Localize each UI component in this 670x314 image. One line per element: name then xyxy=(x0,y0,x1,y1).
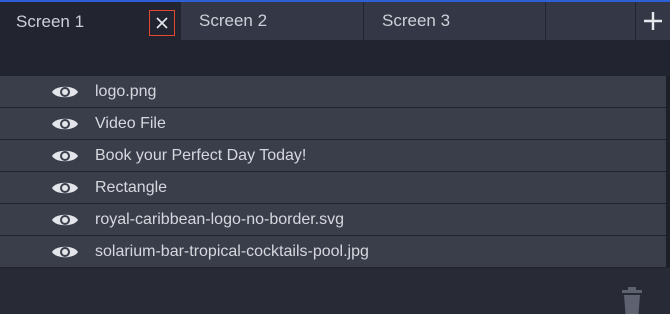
tab-label: Screen 3 xyxy=(382,11,451,30)
eye-icon[interactable] xyxy=(51,115,79,133)
layer-label: logo.png xyxy=(95,82,157,100)
layer-row[interactable]: solarium-bar-tropical-cocktails-pool.jpg xyxy=(0,236,670,268)
layer-row[interactable]: royal-caribbean-logo-no-border.svg xyxy=(0,204,670,236)
close-icon[interactable] xyxy=(149,10,175,36)
tab-label: Screen 2 xyxy=(199,11,268,30)
tab-bar: Screen 1 Screen 2 Screen 3 xyxy=(0,0,670,42)
layer-label: royal-caribbean-logo-no-border.svg xyxy=(95,210,345,228)
tab-screen-3[interactable]: Screen 3 xyxy=(364,2,546,40)
eye-icon[interactable] xyxy=(51,147,79,165)
tab-screen-1[interactable]: Screen 1 xyxy=(0,2,181,42)
scrollbar[interactable] xyxy=(666,76,670,267)
eye-icon[interactable] xyxy=(51,83,79,101)
trash-icon[interactable] xyxy=(622,287,642,314)
layer-row[interactable]: logo.png xyxy=(0,76,670,108)
eye-icon[interactable] xyxy=(51,179,79,197)
layer-row[interactable]: Book your Perfect Day Today! xyxy=(0,140,670,172)
layer-label: Rectangle xyxy=(95,178,168,196)
layer-row[interactable]: Video File xyxy=(0,108,670,140)
layer-label: Video File xyxy=(95,114,166,132)
eye-icon[interactable] xyxy=(51,243,79,261)
layer-label: Book your Perfect Day Today! xyxy=(95,146,307,164)
tab-empty-slot xyxy=(546,2,636,40)
tab-label: Screen 1 xyxy=(16,12,85,31)
plus-icon xyxy=(644,12,662,30)
layer-list: logo.png Video File Book your Perfect Da… xyxy=(0,76,670,268)
eye-icon[interactable] xyxy=(51,211,79,229)
tab-screen-2[interactable]: Screen 2 xyxy=(181,2,364,40)
footer xyxy=(0,268,670,314)
toolbar-spacer xyxy=(0,40,670,76)
layer-label: solarium-bar-tropical-cocktails-pool.jpg xyxy=(95,242,369,260)
add-tab-button[interactable] xyxy=(636,2,670,40)
layer-row[interactable]: Rectangle xyxy=(0,172,670,204)
